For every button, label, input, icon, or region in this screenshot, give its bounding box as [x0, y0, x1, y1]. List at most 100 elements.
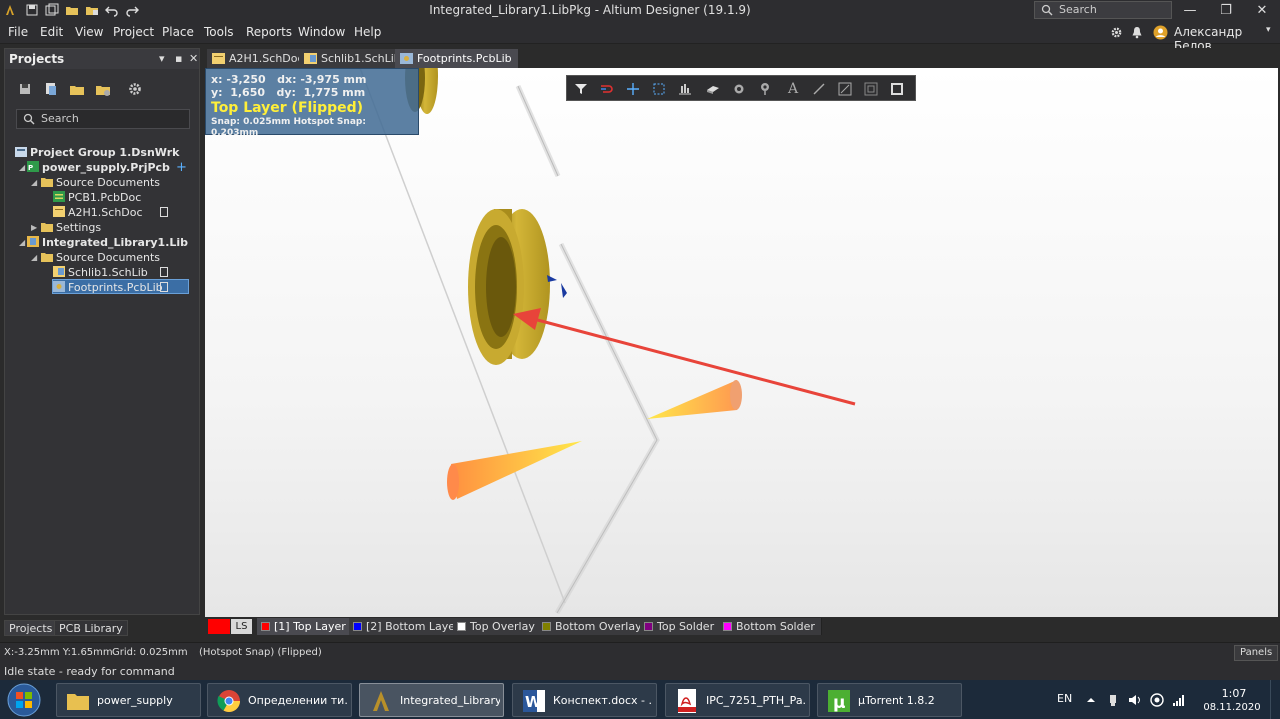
panel-close-icon[interactable]: ✕ [189, 52, 198, 65]
gear-icon[interactable] [1110, 26, 1123, 39]
menu-window[interactable]: Window [298, 25, 345, 39]
volume-icon[interactable] [1128, 693, 1142, 707]
layer-tab-top-overlay[interactable]: Top Overlay [453, 618, 542, 635]
tree-item-source-documents-2[interactable]: Source Documents [41, 250, 160, 265]
project-options-folder-icon[interactable] [69, 81, 85, 97]
tree-item-integrated-library[interactable]: Integrated_Library1.Lib [27, 235, 188, 250]
task-word[interactable]: W Конспект.docx - ... [512, 683, 657, 717]
place-component-icon[interactable] [705, 81, 721, 97]
tab-pcb-library[interactable]: PCB Library [54, 620, 128, 636]
layer-tab-top-solder[interactable]: Top Solder [640, 618, 722, 635]
user-avatar-icon[interactable] [1153, 25, 1168, 40]
show-hidden-icons-chevron-icon[interactable] [1084, 693, 1098, 707]
tree-expand-arrow-icon[interactable]: ◢ [19, 163, 25, 172]
menu-file[interactable]: File [8, 25, 28, 39]
network-signal-icon[interactable] [1172, 693, 1186, 707]
bell-icon[interactable] [1131, 26, 1143, 39]
utorrent-icon: µ [828, 690, 850, 713]
tab-projects[interactable]: Projects [4, 620, 58, 636]
filter-icon[interactable] [573, 81, 589, 97]
safely-remove-hardware-icon[interactable] [1106, 693, 1120, 707]
close-button[interactable]: ✕ [1244, 0, 1280, 20]
tree-item-a2h1[interactable]: A2H1.SchDoc [53, 205, 143, 220]
keyboard-language[interactable]: EN [1057, 692, 1072, 705]
project-folder-settings-icon[interactable] [95, 81, 111, 97]
hud-current-layer: Top Layer (Flipped) [211, 100, 364, 116]
clock-date[interactable]: 08.11.2020 [1200, 702, 1264, 713]
active-bar-toolbar: A [566, 75, 916, 101]
user-menu-chevron-icon[interactable]: ▾ [1266, 25, 1271, 35]
tree-expand-arrow-icon[interactable]: ◢ [31, 178, 37, 187]
task-altium[interactable]: Integrated_Library... [359, 683, 504, 717]
tree-item-power-supply[interactable]: Ppower_supply.PrjPcb [27, 160, 170, 175]
crosshair-icon[interactable] [625, 81, 641, 97]
component-body-cone-right [647, 380, 742, 419]
layer-set-button[interactable]: LS [208, 619, 252, 634]
layer-tab-top-layer[interactable]: [1] Top Layer [257, 618, 353, 635]
place-region-icon[interactable] [837, 81, 853, 97]
layer-tab-bottom-overlay[interactable]: Bottom Overlay [538, 618, 649, 635]
tree-item-pcb1[interactable]: PCB1.PcbDoc [53, 190, 141, 205]
panel-menu-chevron-icon[interactable]: ▾ [159, 52, 165, 65]
svg-text:W: W [525, 693, 542, 711]
menu-edit[interactable]: Edit [40, 25, 63, 39]
panel-settings-gear-icon[interactable] [127, 81, 143, 97]
show-desktop-button[interactable] [1270, 680, 1280, 719]
pcb-3d-viewport[interactable]: x: -3,250 dx: -3,975 mm y: 1,650 dy: 1,7… [205, 68, 1278, 617]
tree-expand-arrow-icon[interactable]: ◢ [31, 253, 37, 262]
place-line-icon[interactable] [811, 81, 827, 97]
menu-view[interactable]: View [75, 25, 103, 39]
tab-schlib1-schlib[interactable]: Schlib1.SchLib [299, 49, 407, 68]
title-bar: Integrated_Library1.LibPkg - Altium Desi… [0, 0, 1280, 20]
align-icon[interactable] [677, 81, 693, 97]
tree-item-schlib1[interactable]: Schlib1.SchLib [53, 265, 148, 280]
menu-project[interactable]: Project [113, 25, 154, 39]
interactive-routing-icon[interactable] [599, 81, 615, 97]
pcb-project-icon: P [27, 161, 39, 172]
compile-icon[interactable] [43, 81, 59, 97]
tray-app-icon[interactable] [1150, 693, 1164, 707]
layer-tab-bottom-solder[interactable]: Bottom Solder [719, 618, 822, 635]
panel-pin-icon[interactable]: ▪ [175, 52, 182, 65]
projects-search-input[interactable]: Search [16, 109, 190, 129]
place-3d-body-icon[interactable] [863, 81, 879, 97]
menu-tools[interactable]: Tools [204, 25, 234, 39]
menu-reports[interactable]: Reports [246, 25, 292, 39]
tree-item-settings[interactable]: Settings [41, 220, 101, 235]
status-grid: Grid: 0.025mm [112, 647, 188, 658]
clock-time[interactable]: 1:07 [1214, 687, 1254, 700]
maximize-button[interactable]: ❐ [1208, 0, 1244, 20]
panels-button[interactable]: Panels [1234, 645, 1279, 661]
windows-start-icon[interactable] [4, 682, 44, 718]
tree-collapse-arrow-icon[interactable]: ▶ [31, 223, 37, 232]
task-pdf[interactable]: IPC_7251_PTH_Pa... [665, 683, 810, 717]
menu-place[interactable]: Place [162, 25, 194, 39]
save-project-icon[interactable] [17, 81, 33, 97]
tree-item-label: Footprints.PcbLib [68, 281, 163, 294]
minimize-button[interactable]: — [1172, 0, 1208, 20]
layer-tab-bottom-layer[interactable]: [2] Bottom Layer [349, 618, 467, 635]
tab-a2h1-schdoc[interactable]: A2H1.SchDoc [207, 49, 310, 68]
place-string-icon[interactable]: A [785, 81, 801, 97]
global-search-input[interactable]: Search [1034, 1, 1172, 19]
place-embedded-board-icon[interactable] [889, 81, 905, 97]
task-power-supply[interactable]: power_supply [56, 683, 201, 717]
tab-footprints-pcblib[interactable]: Footprints.PcbLib [395, 49, 518, 68]
add-document-plus-icon[interactable]: + [176, 160, 187, 175]
projects-panel: Projects ▾ ▪ ✕ Search Project Group 1.Ds… [4, 48, 200, 615]
tree-item-footprints[interactable]: Footprints.PcbLib [52, 279, 189, 294]
menu-help[interactable]: Help [354, 25, 381, 39]
tree-item-source-documents[interactable]: Source Documents [41, 175, 160, 190]
task-utorrent[interactable]: µ µTorrent 1.8.2 [817, 683, 962, 717]
place-pad-icon[interactable] [731, 81, 747, 97]
layer-color-swatch [723, 622, 732, 631]
place-via-icon[interactable] [757, 81, 773, 97]
task-chrome[interactable]: Определении ти... [207, 683, 352, 717]
schematic-document-icon [212, 53, 225, 64]
tree-expand-arrow-icon[interactable]: ◢ [19, 238, 25, 247]
select-rectangle-icon[interactable] [651, 81, 667, 97]
tree-item-project-group[interactable]: Project Group 1.DsnWrk [15, 145, 179, 160]
projects-panel-header: Projects ▾ ▪ ✕ [5, 49, 199, 69]
message-bar: Idle state - ready for command [0, 662, 1280, 680]
layer-tab-label: [1] Top Layer [274, 620, 346, 633]
